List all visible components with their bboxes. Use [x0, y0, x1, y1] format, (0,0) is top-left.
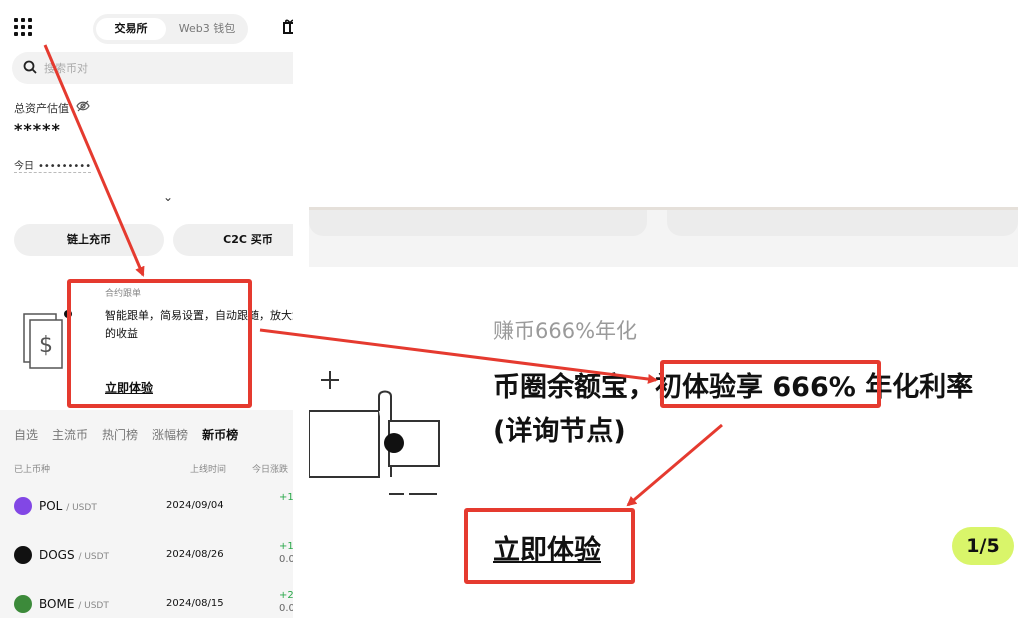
- pair-name: POL / USDT: [39, 499, 97, 513]
- total-assets-value: *****: [14, 120, 61, 139]
- tab-new-listings[interactable]: 新币榜: [202, 428, 238, 442]
- tab-mainstream[interactable]: 主流币: [52, 428, 88, 442]
- pair-quote: / USDT: [66, 503, 97, 513]
- chevron-down-icon[interactable]: ⌄: [163, 190, 173, 204]
- zoomed-button-right: [667, 210, 1018, 236]
- column-header-change: 今日涨跌: [252, 465, 289, 475]
- zoomed-button-left: [309, 210, 647, 236]
- c2c-buy-button[interactable]: C2C 买币: [173, 224, 293, 256]
- tab-favorites[interactable]: 自选: [14, 428, 38, 442]
- banner-subtitle: 赚币666%年化: [493, 319, 638, 343]
- pair-base: BOME: [39, 597, 75, 611]
- ticket-illustration-icon: [309, 371, 440, 495]
- apps-grid-icon[interactable]: [14, 18, 32, 36]
- total-assets-label: 总资产估值: [14, 102, 69, 115]
- tab-web3-wallet[interactable]: Web3 钱包: [169, 18, 245, 40]
- onchain-deposit-button[interactable]: 链上充币: [14, 224, 164, 256]
- column-header-listing-time: 上线时间: [190, 465, 227, 475]
- highlight-box-cta: [464, 508, 635, 584]
- market-tabs: 自选 主流币 热门榜 涨幅榜 新币榜: [14, 426, 252, 443]
- tab-gainers[interactable]: 涨幅榜: [152, 428, 188, 442]
- dogs-coin-icon: [14, 546, 32, 564]
- pair-quote: / USDT: [78, 601, 109, 611]
- change-value-main: +1: [279, 541, 293, 552]
- listing-date: 2024/08/26: [166, 549, 224, 560]
- column-header-listed: 已上币种: [14, 465, 51, 475]
- pol-coin-icon: [14, 497, 32, 515]
- listing-date: 2024/08/15: [166, 598, 224, 609]
- top-bar: 交易所 Web3 钱包: [0, 8, 293, 48]
- highlight-box-rate: [660, 360, 881, 408]
- change-value-sub: 0.0: [279, 603, 293, 614]
- pair-quote: / USDT: [78, 552, 110, 562]
- eye-hidden-icon[interactable]: [76, 100, 90, 112]
- search-placeholder: 搜索币对: [44, 62, 88, 75]
- tab-exchange[interactable]: 交易所: [96, 18, 166, 40]
- change-value: +1: [279, 491, 293, 504]
- change-value-main: +1: [279, 492, 293, 503]
- svg-text:$: $: [39, 333, 53, 358]
- today-value: •••••••••: [38, 161, 92, 172]
- bome-coin-icon: [14, 595, 32, 613]
- dollar-document-icon: $: [23, 310, 72, 369]
- change-value-main: +2: [279, 590, 293, 601]
- highlight-box-promo: [67, 279, 252, 408]
- pair-base: DOGS: [39, 548, 75, 562]
- listing-date: 2024/09/04: [166, 500, 224, 511]
- table-row[interactable]: BOME / USDT 2024/08/15 +2 0.0: [14, 590, 293, 617]
- gift-icon[interactable]: [283, 18, 293, 34]
- table-row[interactable]: POL / USDT 2024/09/04 +1: [14, 492, 293, 519]
- page-indicator: 1/5: [952, 527, 1014, 565]
- today-pnl[interactable]: 今日 •••••••••: [14, 157, 92, 173]
- pair-base: POL: [39, 499, 63, 513]
- table-row[interactable]: DOGS / USDT 2024/08/26 +1 0.0: [14, 541, 293, 568]
- change-value: +1 0.0: [279, 540, 293, 566]
- change-value-sub: 0.0: [279, 554, 293, 565]
- change-value: +2 0.0: [279, 589, 293, 615]
- pair-name: BOME / USDT: [39, 597, 109, 611]
- mode-switch: 交易所 Web3 钱包: [93, 14, 248, 44]
- today-label: 今日: [14, 161, 34, 172]
- search-icon: [23, 60, 37, 74]
- tab-hot[interactable]: 热门榜: [102, 428, 138, 442]
- pair-name: DOGS / USDT: [39, 548, 109, 562]
- search-input[interactable]: 搜索币对: [12, 52, 293, 84]
